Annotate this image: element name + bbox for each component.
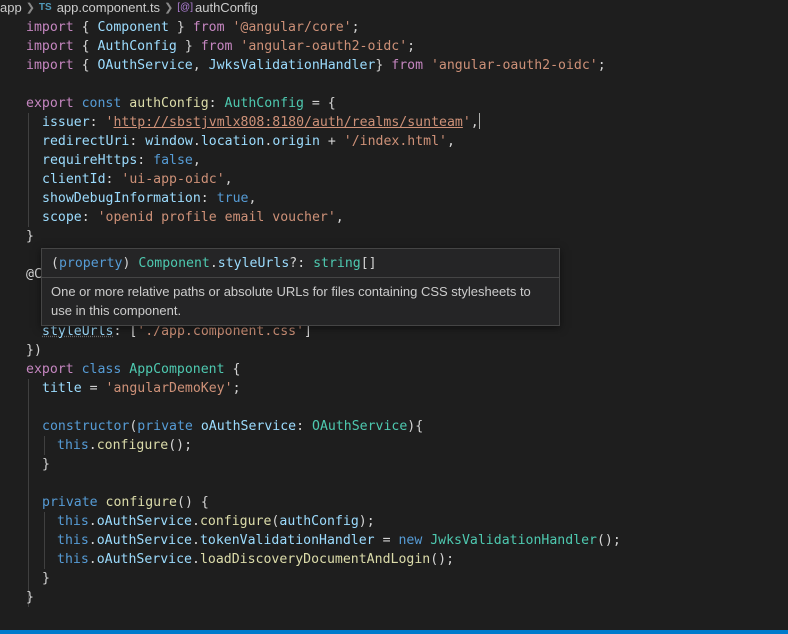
code-line-26[interactable]: private configure() {	[42, 493, 209, 512]
code-line-14[interactable]: @C	[26, 265, 42, 284]
code-line-24[interactable]: }	[42, 455, 50, 474]
hover-tooltip: (property) Component.styleUrls?: string[…	[41, 248, 560, 326]
code-line-18[interactable]: })	[26, 341, 42, 360]
code-line-22[interactable]: constructor(private oAuthService: OAuthS…	[42, 417, 423, 436]
issuer-url-link[interactable]: http://sbstjvmlx808:8180/auth/realms/sun…	[113, 115, 462, 130]
code-line-1[interactable]: import { Component } from '@angular/core…	[26, 18, 360, 37]
hover-divider	[42, 277, 559, 278]
code-line-3[interactable]: import { OAuthService, JwksValidationHan…	[26, 56, 606, 75]
code-line-20[interactable]: title = 'angularDemoKey';	[42, 379, 241, 398]
code-line-2[interactable]: import { AuthConfig } from 'angular-oaut…	[26, 37, 415, 56]
typescript-file-icon: TS	[38, 2, 52, 13]
code-line-9[interactable]: clientId: 'ui-app-oidc',	[42, 170, 233, 189]
indent-guide	[44, 436, 45, 455]
indent-guide	[28, 113, 29, 227]
code-line-23[interactable]: this.configure();	[57, 436, 192, 455]
code-line-11[interactable]: scope: 'openid profile email voucher',	[42, 208, 344, 227]
code-line-28[interactable]: this.oAuthService.tokenValidationHandler…	[57, 531, 621, 550]
indent-guide	[44, 512, 45, 569]
indent-guide	[28, 379, 29, 607]
code-line-27[interactable]: this.oAuthService.configure(authConfig);	[57, 512, 375, 531]
status-bar-edge	[0, 630, 788, 634]
code-line-5[interactable]: export const authConfig: AuthConfig = {	[26, 94, 336, 113]
breadcrumb-symbol[interactable]: authConfig	[195, 0, 258, 15]
hover-signature: (property) Component.styleUrls?: string[…	[51, 256, 377, 271]
breadcrumb-file[interactable]: app.component.ts	[57, 0, 160, 15]
code-line-7[interactable]: redirectUri: window.location.origin + '/…	[42, 132, 455, 151]
text-cursor	[478, 113, 480, 129]
chevron-right-icon: ❯	[25, 2, 35, 14]
code-line-31[interactable]: }	[26, 588, 34, 607]
code-line-6[interactable]: issuer: 'http://sbstjvmlx808:8180/auth/r…	[42, 113, 480, 132]
variable-symbol-icon: [@]	[177, 2, 193, 13]
breadcrumb-folder[interactable]: app	[0, 0, 22, 15]
hover-documentation: One or more relative paths or absolute U…	[51, 284, 531, 318]
code-line-8[interactable]: requireHttps: false,	[42, 151, 201, 170]
chevron-right-icon: ❯	[164, 2, 174, 14]
breadcrumb: app ❯ TS app.component.ts ❯ [@] authConfig	[0, 0, 788, 16]
code-line-12[interactable]: }	[26, 227, 34, 246]
code-line-30[interactable]: }	[42, 569, 50, 588]
code-line-10[interactable]: showDebugInformation: true,	[42, 189, 256, 208]
code-line-29[interactable]: this.oAuthService.loadDiscoveryDocumentA…	[57, 550, 454, 569]
code-line-19[interactable]: export class AppComponent {	[26, 360, 240, 379]
